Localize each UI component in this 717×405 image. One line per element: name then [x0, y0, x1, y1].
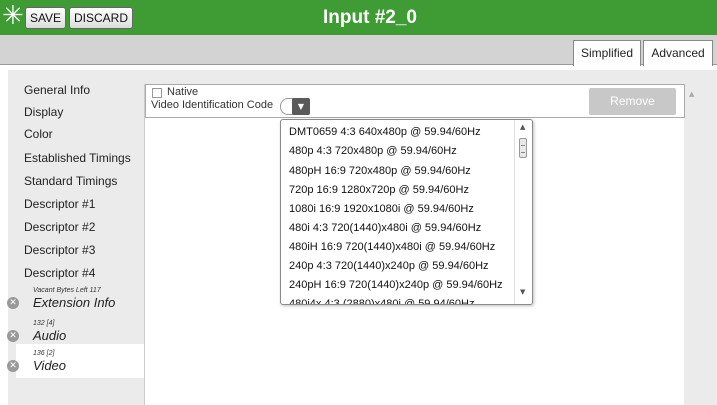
- extension-name: Extension Info: [33, 295, 116, 310]
- sidebar-item-descriptor-4[interactable]: Descriptor #4: [24, 263, 144, 283]
- extension-item-video[interactable]: ✕ 136 [2] Video: [7, 350, 144, 390]
- extension-bytes-label: Vacant Bytes Left 117: [33, 287, 101, 294]
- dropdown-scrollbar[interactable]: ▲ ▼: [514, 120, 532, 304]
- tab-advanced[interactable]: Advanced: [643, 40, 713, 66]
- native-label: Native: [167, 86, 199, 98]
- sidebar-item-general-info[interactable]: General Info: [24, 80, 144, 100]
- page-title: Input #2_0: [323, 7, 417, 28]
- list-item[interactable]: 480i4x 4:3 (2880)x480i @ 59.94/60Hz: [289, 294, 514, 304]
- list-item[interactable]: 240p 4:3 720(1440)x240p @ 59.94/60Hz: [289, 256, 514, 276]
- list-item[interactable]: 240pH 16:9 720(1440)x240p @ 59.94/60Hz: [289, 275, 514, 295]
- vic-select[interactable]: ▼: [280, 98, 310, 115]
- sidebar-item-descriptor-1[interactable]: Descriptor #1: [24, 194, 144, 214]
- sidebar-item-descriptor-3[interactable]: Descriptor #3: [24, 240, 144, 260]
- sidebar-item-color[interactable]: Color: [24, 124, 144, 144]
- list-item[interactable]: 480pH 16:9 720x480p @ 59.94/60Hz: [289, 161, 514, 181]
- vic-descriptor-box: Native Video Identification Code ▼ Remov…: [145, 84, 685, 118]
- remove-extension-icon[interactable]: ✕: [7, 330, 19, 342]
- vic-dropdown-list[interactable]: DMT0659 4:3 640x480p @ 59.94/60Hz 480p 4…: [280, 119, 533, 305]
- extension-name: Video: [33, 358, 67, 373]
- list-item[interactable]: 480iH 16:9 720(1440)x480i @ 59.94/60Hz: [289, 237, 514, 257]
- remove-button[interactable]: Remove: [589, 88, 676, 115]
- sidebar-item-established-timings[interactable]: Established Timings: [24, 148, 144, 168]
- scroll-up-icon[interactable]: ▲: [689, 90, 699, 100]
- chevron-down-icon[interactable]: ▼: [292, 98, 310, 115]
- scroll-up-icon[interactable]: ▲: [520, 123, 525, 131]
- scroll-thumb[interactable]: [519, 138, 527, 158]
- remove-extension-icon[interactable]: ✕: [7, 297, 19, 309]
- title-bar: ✳ SAVE DISCARD Input #2_0: [0, 0, 717, 35]
- list-item[interactable]: 720p 16:9 1280x720p @ 59.94/60Hz: [289, 180, 514, 200]
- asterisk-logo-icon: ✳: [2, 1, 24, 31]
- list-item[interactable]: DMT0659 4:3 640x480p @ 59.94/60Hz: [289, 122, 514, 142]
- remove-extension-icon[interactable]: ✕: [7, 360, 19, 372]
- vic-label: Video Identification Code: [151, 99, 274, 111]
- save-button[interactable]: SAVE: [25, 7, 66, 29]
- list-item[interactable]: 1080i 16:9 1920x1080i @ 59.94/60Hz: [289, 199, 514, 219]
- sidebar-item-display[interactable]: Display: [24, 102, 144, 122]
- sidebar-item-descriptor-2[interactable]: Descriptor #2: [24, 217, 144, 237]
- extension-bytes-label: 136 [2]: [33, 350, 55, 357]
- scroll-down-icon[interactable]: ▼: [520, 288, 525, 296]
- discard-button[interactable]: DISCARD: [69, 7, 133, 29]
- list-item[interactable]: 480i 4:3 720(1440)x480i @ 59.94/60Hz: [289, 218, 514, 238]
- list-item[interactable]: 480p 4:3 720x480p @ 59.94/60Hz: [289, 141, 514, 161]
- native-checkbox[interactable]: [152, 88, 162, 98]
- sidebar-item-standard-timings[interactable]: Standard Timings: [24, 171, 144, 191]
- view-tab-bar: Simplified Advanced: [0, 35, 717, 66]
- extension-bytes-label: 132 [4]: [33, 320, 55, 327]
- tab-simplified[interactable]: Simplified: [573, 40, 641, 66]
- extension-name: Audio: [33, 328, 67, 343]
